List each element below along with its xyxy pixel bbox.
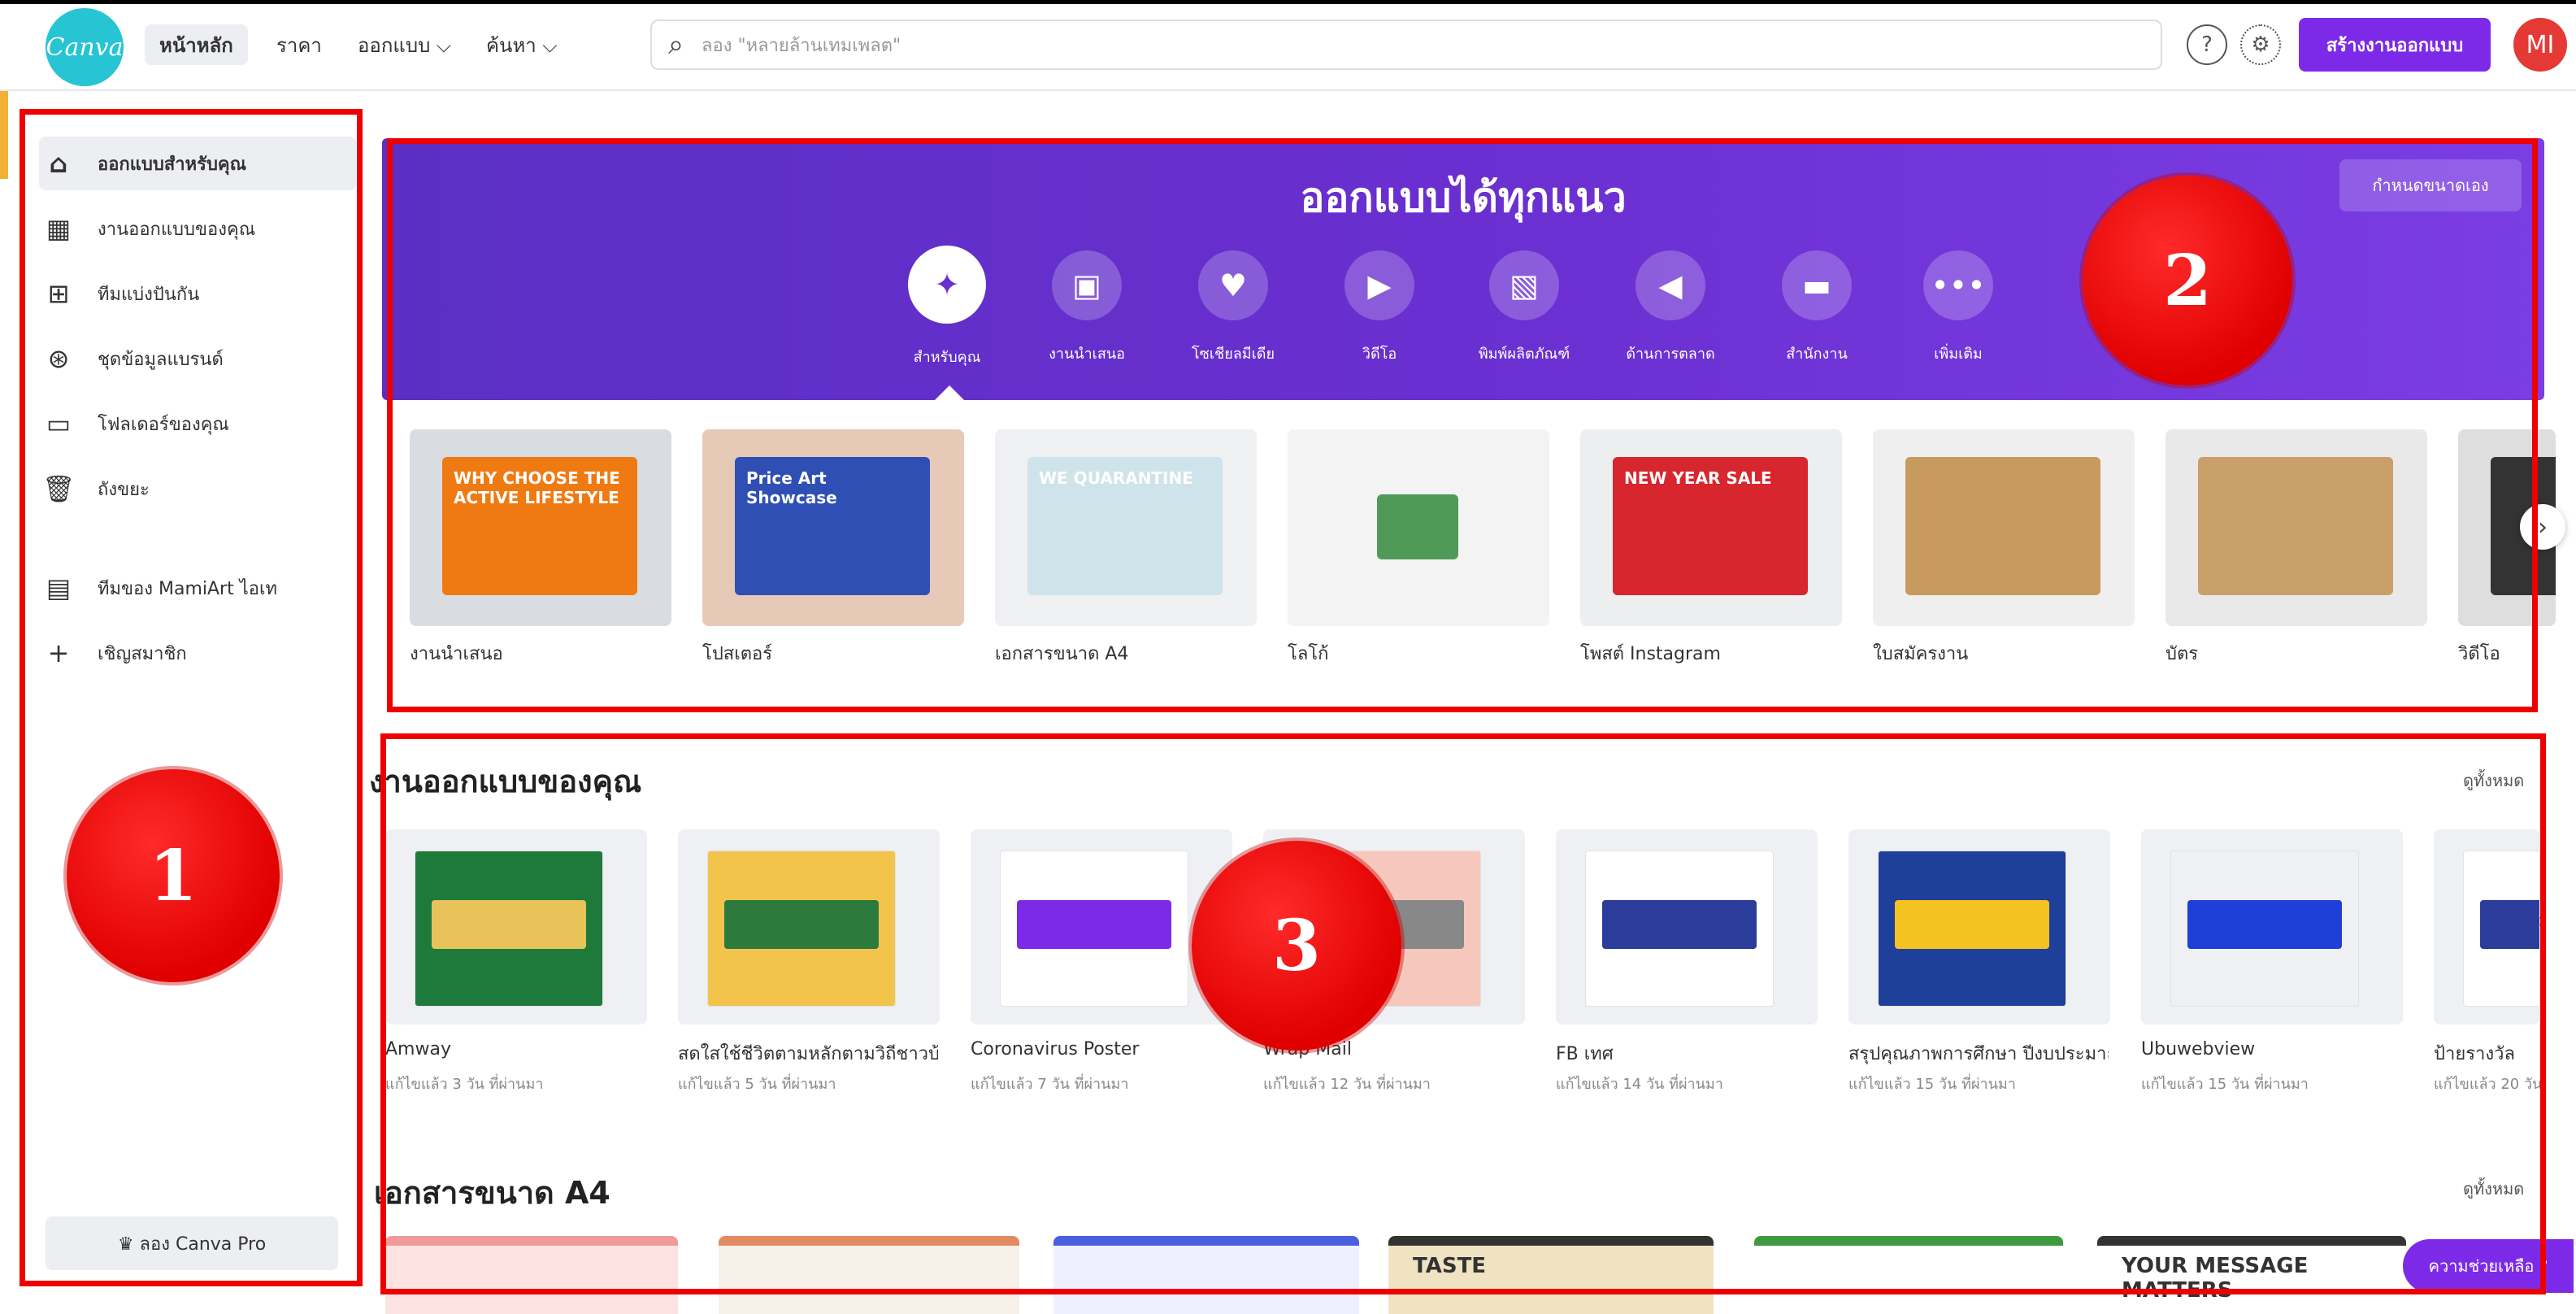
user-avatar[interactable]: MI [2513, 18, 2567, 72]
annotation-number-3: 3 [1192, 841, 1401, 1051]
top-border-line [0, 0, 2576, 4]
annotation-box-3 [380, 733, 2546, 1294]
nav-search-menu[interactable]: ค้นหา ⌵ [471, 24, 572, 65]
annotation-number-2: 2 [2083, 176, 2292, 385]
search-icon: ⌕ [668, 28, 684, 61]
nav-home[interactable]: หน้าหลัก [145, 24, 248, 65]
nav-design-menu[interactable]: ออกแบบ ⌵ [343, 24, 466, 65]
nav-pricing[interactable]: ราคา [262, 24, 337, 65]
annotation-number-1: 1 [67, 769, 280, 982]
help-icon[interactable]: ? [2187, 24, 2227, 65]
create-design-button[interactable]: สร้างงานออกแบบ [2299, 18, 2491, 72]
search-box[interactable]: ⌕ ลอง "หลายล้านเทมเพลต" [650, 20, 2162, 70]
settings-icon[interactable]: ⚙ [2240, 24, 2281, 65]
search-input[interactable]: ลอง "หลายล้านเทมเพลต" [702, 31, 901, 59]
canva-logo[interactable]: Canva [46, 8, 124, 86]
annotation-box-1 [20, 109, 363, 1286]
